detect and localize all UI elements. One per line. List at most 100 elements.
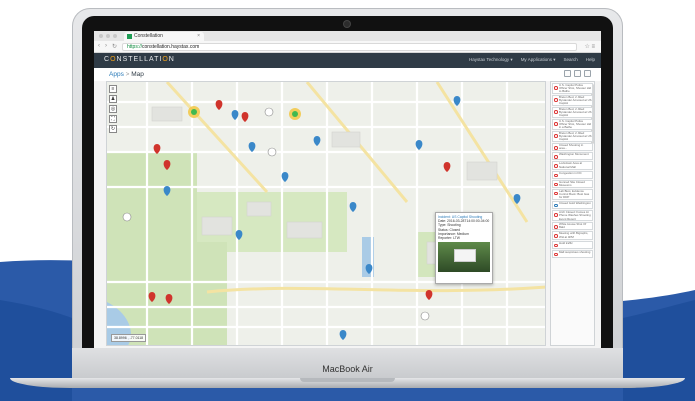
list-item-text: Breton Bed, 2 Jilted Bystander Arrested … — [559, 107, 592, 118]
target-icon[interactable]: ◎ — [109, 105, 117, 113]
nav-my-applications[interactable]: My Applications ▾ — [521, 57, 556, 63]
alert-icon — [554, 213, 558, 217]
alert-icon — [554, 122, 558, 126]
list-item[interactable]: Congestion in DC — [552, 170, 593, 179]
close-tab-icon[interactable]: × — [197, 32, 200, 41]
list-item[interactable]: Arch Closed: Fumes At Phone Washes Shoot… — [552, 210, 593, 222]
nav-search[interactable]: Search — [563, 57, 577, 63]
list-item-text: Lockdown Area at National Mall — [559, 161, 582, 169]
list-item[interactable]: Washington Monument — [552, 152, 593, 161]
coordinates-readout: 38.8996 , -77.0118 — [111, 334, 147, 342]
breadcrumb: Apps > Map — [109, 71, 144, 78]
list-item[interactable]: U.S. Capitol Police Officer Shot, Shoote… — [552, 119, 593, 130]
incident-popup[interactable]: Incident: US Capitol Shooting Date: 2016… — [435, 212, 493, 284]
incident-list: U.S. Capitol Police Officer Shot, Shoote… — [550, 81, 595, 346]
page-title: Map — [131, 71, 144, 78]
list-item[interactable]: Meeting with Bigraphs, WH at 4PM — [552, 231, 593, 240]
breadcrumb-row: Apps > Map — [94, 68, 601, 81]
url-input[interactable]: https://constellation.haystax.com — [122, 43, 577, 51]
red-incident-marker-icon — [215, 100, 223, 110]
logo-end: N — [168, 56, 175, 63]
cluster-marker-icon — [122, 212, 132, 222]
tab-title: Constellation — [134, 33, 163, 39]
list-item[interactable]: Lockdown Area at National Mall — [552, 161, 593, 170]
window-controls[interactable] — [99, 34, 117, 38]
laptop-screen: Constellation × ‹ › ↻ https://constellat… — [94, 31, 601, 348]
list-item-text: U.S. Capitol Police Officer Shot, Shoote… — [559, 83, 592, 94]
layers-icon[interactable]: ≡ — [109, 85, 117, 93]
list-item-text: Closed Shooting in area... — [559, 143, 584, 151]
nav-help[interactable]: Help — [586, 57, 595, 63]
heat-cluster-core — [292, 111, 298, 117]
cluster-marker-icon — [264, 107, 274, 117]
laptop-notch — [300, 378, 395, 382]
alert-icon — [554, 182, 558, 187]
list-item[interactable]: U.S. Capitol Police Officer Shot, Shoote… — [552, 83, 593, 94]
blue-location-marker-icon — [453, 96, 461, 106]
list-item[interactable]: Hold traffic — [552, 240, 593, 249]
breadcrumb-separator: > — [125, 71, 130, 78]
list-item[interactable]: Closed Shooting in area... — [552, 143, 593, 152]
cluster-marker-icon — [420, 311, 430, 321]
constellation-logo[interactable]: CONSTELLATION — [104, 56, 175, 63]
alert-icon — [554, 252, 558, 257]
favicon-icon — [127, 34, 132, 39]
list-item-text: Arch Closed: Fumes At Phone Washes Shoot… — [559, 210, 591, 221]
list-item[interactable]: Gunned Site Closed Museums — [552, 179, 593, 188]
nav-haystax[interactable]: Haystax Technology ▾ — [469, 57, 513, 63]
breadcrumb-apps[interactable]: Apps — [109, 71, 124, 78]
alert-icon — [554, 191, 558, 196]
cluster-marker-icon — [267, 147, 277, 157]
location-icon — [554, 203, 558, 208]
incident-photo[interactable] — [438, 242, 490, 273]
red-incident-marker-icon — [443, 162, 451, 172]
list-item-text: Washington Monument — [559, 152, 589, 157]
blue-location-marker-icon — [349, 202, 357, 212]
alert-icon — [554, 243, 558, 247]
list-item[interactable]: White House Shot Of Bald — [552, 222, 593, 231]
list-item-text: Breton Bed, 2 Jilted Bystander Arrested … — [559, 131, 592, 142]
list-item-text: Lab Bust, Evidence Control Book: Bust Ga… — [559, 188, 590, 200]
list-item[interactable]: Breton Bed, 2 Jilted Bystander Arrested … — [552, 95, 593, 106]
list-item[interactable]: Lab Bust, Evidence Control Book: Bust Ga… — [552, 188, 593, 200]
list-item-text: Breton Bed, 2 Jilted Bystander Arrested … — [559, 95, 592, 106]
alert-icon — [554, 164, 558, 168]
blue-location-marker-icon — [313, 136, 321, 146]
alert-icon — [554, 146, 558, 150]
list-item-text: Congestion in DC — [559, 170, 582, 175]
menu-icon[interactable]: ☆ ≡ — [584, 43, 595, 50]
map-view[interactable]: ≡ ♟ ◎ ⛶ ↻ Incident: US Capitol Shooting … — [106, 81, 546, 346]
camera-icon — [344, 21, 350, 27]
refresh-icon[interactable]: ↻ — [109, 125, 117, 133]
laptop-brand: MacBook Air — [0, 364, 695, 374]
blue-location-marker-icon — [339, 330, 347, 340]
list-item[interactable]: Breton Bed, 2 Jilted Bystander Arrested … — [552, 107, 593, 118]
fullscreen-icon[interactable]: ⛶ — [109, 115, 117, 123]
forward-arrow-icon[interactable]: › — [105, 43, 107, 49]
alert-icon — [554, 86, 558, 90]
alert-icon — [554, 98, 558, 102]
reload-icon[interactable]: ↻ — [112, 43, 117, 50]
alert-icon — [554, 225, 558, 229]
grid-view-icon[interactable] — [564, 70, 571, 77]
photo-stage: Constellation × ‹ › ↻ https://constellat… — [0, 0, 695, 401]
url-host: constellation.haystax.com — [142, 44, 200, 50]
list-item-text: White House Shot Of Bald — [559, 222, 587, 230]
list-item[interactable]: Closed Gold Washington — [552, 200, 593, 210]
brand-name: MacBook — [322, 364, 360, 374]
list-item[interactable]: Breton Bed, 2 Jilted Bystander Arrested … — [552, 131, 593, 142]
list-item[interactable]: Mall suspicious shooting — [552, 249, 593, 258]
person-icon[interactable]: ♟ — [109, 95, 117, 103]
alert-icon — [554, 110, 558, 114]
header-nav: Haystax Technology ▾ My Applications ▾ S… — [469, 57, 595, 63]
list-item-text: U.S. Capitol Police Officer Shot, Shoote… — [559, 119, 592, 130]
back-arrow-icon[interactable]: ‹ — [98, 43, 100, 49]
list-item-text: Hold traffic — [559, 240, 573, 245]
park-area — [107, 152, 197, 242]
brand-model: Air — [361, 364, 373, 374]
red-incident-marker-icon — [425, 290, 433, 300]
browser-tab[interactable]: Constellation × — [124, 32, 204, 41]
list-item-text: Closed Gold Washington — [559, 200, 591, 205]
list-view-icon[interactable] — [574, 70, 581, 77]
expand-icon[interactable] — [584, 70, 591, 77]
